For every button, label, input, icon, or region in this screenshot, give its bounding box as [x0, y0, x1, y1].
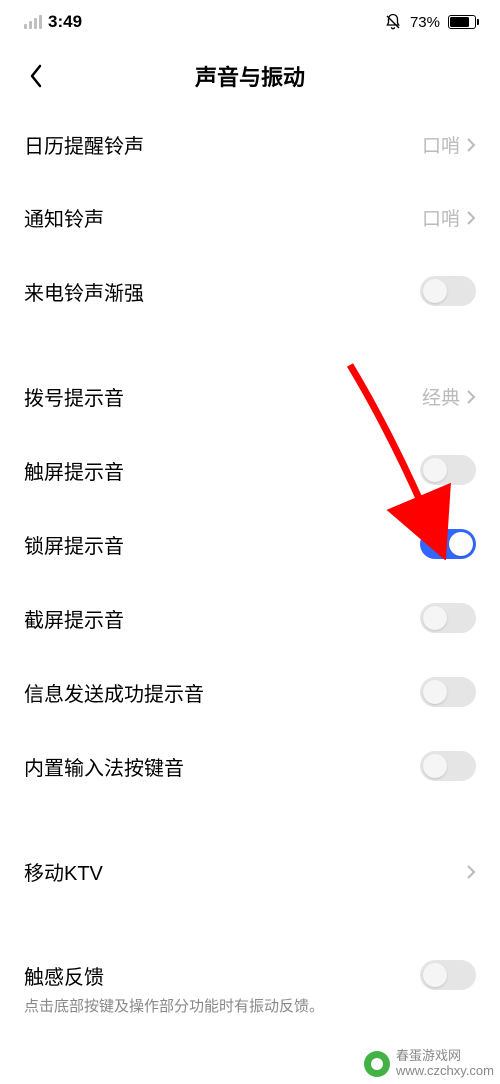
row-keyboard-sound[interactable]: 内置输入法按键音	[0, 729, 500, 803]
status-right: 73%	[384, 13, 476, 31]
watermark-line1: 春蛋游戏网	[396, 1049, 494, 1063]
row-label: 通知铃声	[24, 203, 104, 232]
row-mobile-ktv[interactable]: 移动KTV	[0, 835, 500, 908]
toggle-screenshot-sound[interactable]	[420, 603, 476, 633]
row-label: 触感反馈	[24, 961, 104, 990]
watermark-line2: www.czchxy.com	[396, 1064, 494, 1078]
section-gap	[0, 908, 500, 940]
status-bar: 3:49 73%	[0, 0, 500, 44]
row-value: 口哨	[422, 131, 460, 158]
settings-group-1: 日历提醒铃声 口哨 通知铃声 口哨 来电铃声渐强	[0, 108, 500, 328]
row-message-send-sound[interactable]: 信息发送成功提示音	[0, 655, 500, 729]
notification-off-icon	[384, 13, 402, 31]
toggle-lock-sound[interactable]	[420, 529, 476, 559]
signal-icon	[24, 15, 42, 29]
toggle-message-send-sound[interactable]	[420, 677, 476, 707]
nav-bar: 声音与振动	[0, 44, 500, 108]
status-time: 3:49	[48, 12, 82, 32]
row-label: 触屏提示音	[24, 456, 124, 485]
row-label: 拨号提示音	[24, 382, 124, 411]
back-button[interactable]	[16, 56, 56, 96]
row-label: 锁屏提示音	[24, 530, 124, 559]
row-label: 信息发送成功提示音	[24, 678, 204, 707]
settings-group-3: 移动KTV	[0, 835, 500, 908]
row-label: 截屏提示音	[24, 604, 124, 633]
page-title: 声音与振动	[195, 60, 305, 92]
toggle-haptic-feedback[interactable]	[420, 960, 476, 990]
row-label: 内置输入法按键音	[24, 752, 184, 781]
watermark-logo-icon	[364, 1051, 390, 1077]
toggle-ascending-ringtone[interactable]	[420, 276, 476, 306]
toggle-keyboard-sound[interactable]	[420, 751, 476, 781]
row-notification-ringtone[interactable]: 通知铃声 口哨	[0, 181, 500, 254]
row-lock-sound[interactable]: 锁屏提示音	[0, 507, 500, 581]
settings-group-2: 拨号提示音 经典 触屏提示音 锁屏提示音 截屏提示音 信息发送成功提示音 内置输…	[0, 360, 500, 803]
chevron-right-icon	[466, 137, 476, 153]
row-calendar-ringtone[interactable]: 日历提醒铃声 口哨	[0, 108, 500, 181]
row-subtitle: 点击底部按键及操作部分功能时有振动反馈。	[24, 996, 324, 1017]
row-value: 经典	[422, 383, 460, 410]
row-label: 日历提醒铃声	[24, 130, 144, 159]
settings-group-4: 触感反馈 点击底部按键及操作部分功能时有振动反馈。	[0, 940, 500, 1037]
section-gap	[0, 328, 500, 360]
status-left: 3:49	[24, 12, 82, 32]
section-gap	[0, 803, 500, 835]
battery-icon	[448, 15, 476, 29]
chevron-right-icon	[466, 389, 476, 405]
row-dial-tone[interactable]: 拨号提示音 经典	[0, 360, 500, 433]
chevron-right-icon	[466, 210, 476, 226]
chevron-left-icon	[28, 63, 44, 89]
row-haptic-feedback[interactable]: 触感反馈 点击底部按键及操作部分功能时有振动反馈。	[0, 940, 500, 1037]
row-ascending-ringtone[interactable]: 来电铃声渐强	[0, 254, 500, 328]
row-touch-sound[interactable]: 触屏提示音	[0, 433, 500, 507]
row-label: 移动KTV	[24, 857, 103, 886]
row-value: 口哨	[422, 204, 460, 231]
row-screenshot-sound[interactable]: 截屏提示音	[0, 581, 500, 655]
watermark: 春蛋游戏网 www.czchxy.com	[364, 1049, 494, 1078]
toggle-touch-sound[interactable]	[420, 455, 476, 485]
row-label: 来电铃声渐强	[24, 277, 144, 306]
battery-percent: 73%	[410, 14, 440, 31]
chevron-right-icon	[466, 864, 476, 880]
